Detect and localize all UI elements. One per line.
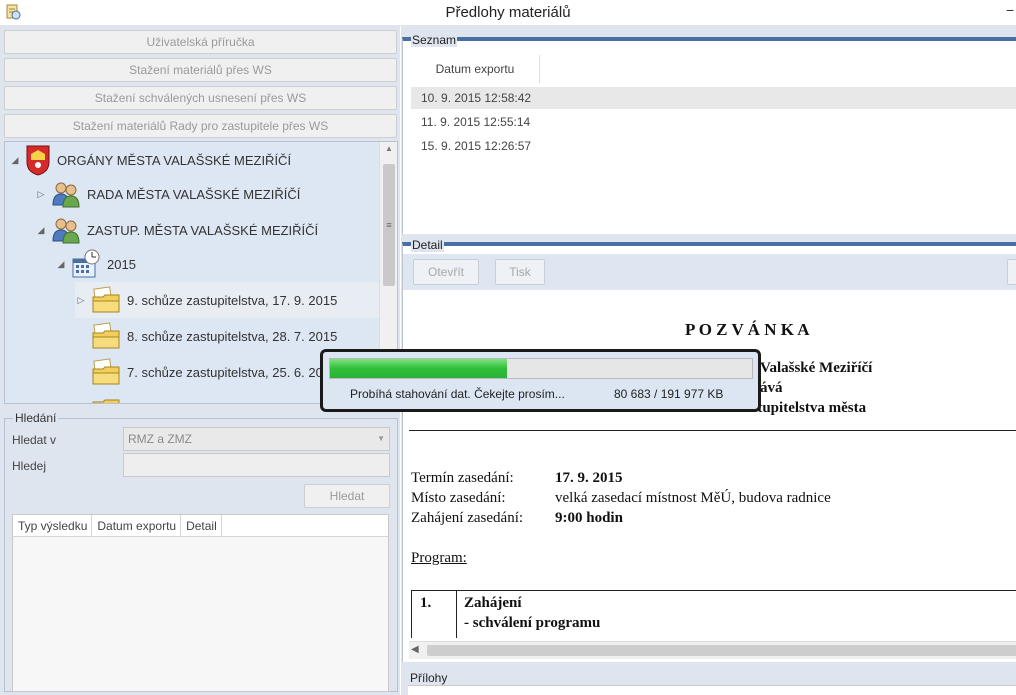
progress-bar: [329, 358, 753, 379]
search-in-value: RMZ a ZMZ: [128, 432, 192, 446]
tree-node-partial: [91, 390, 127, 403]
doc-zahajeni-value: 9:00 hodin: [555, 510, 623, 526]
download-materials-ws-button[interactable]: Stažení materiálů přes WS: [4, 58, 397, 82]
doc-table-divider: [456, 591, 457, 638]
attachments-group: Přílohy: [406, 665, 1016, 695]
list-group: Seznam Datum exportu 10. 9. 2015 12:58:4…: [402, 33, 1016, 234]
toolbar-button-partial[interactable]: [1007, 259, 1016, 285]
search-button[interactable]: Hledat: [304, 484, 390, 508]
chevron-down-icon[interactable]: ▼: [377, 428, 385, 450]
search-results-grid: Typ výsledku Datum exportu Detail: [12, 514, 389, 692]
list-row[interactable]: 15. 9. 2015 12:26:57: [411, 135, 1016, 157]
doc-line-2: ává: [760, 380, 783, 396]
collapse-arrow-icon[interactable]: ◢: [35, 225, 47, 236]
tree-label: 9. schůze zastupitelstva, 17. 9. 2015: [127, 292, 338, 308]
doc-item-number: 1.: [420, 595, 432, 611]
tree-label: ORGÁNY MĚSTA VALAŠSKÉ MEZIŘÍČÍ: [57, 152, 292, 168]
search-group-label: Hledání: [13, 411, 59, 425]
progress-message: Probíhá stahování dat. Čekejte prosím...: [350, 387, 565, 401]
expand-arrow-icon[interactable]: ▷: [75, 295, 87, 306]
column-export-date[interactable]: Datum exportu: [411, 55, 540, 83]
document-hscrollbar[interactable]: ◀: [409, 641, 1016, 659]
scroll-up-icon[interactable]: ▲: [380, 144, 397, 153]
doc-termin-label: Termín zasedání:: [411, 470, 514, 486]
search-term-label: Hledej: [12, 459, 47, 473]
tree-label: 2015: [107, 256, 136, 272]
doc-program-table: 1. Zahájení - schválení programu: [411, 590, 1016, 638]
group-users-icon: [51, 215, 81, 245]
calendar-clock-icon: [71, 249, 101, 279]
detail-group-label: Detail: [411, 238, 444, 252]
folder-documents-icon: [91, 321, 121, 351]
folder-documents-icon: [91, 390, 121, 403]
list-row[interactable]: 11. 9. 2015 12:55:14: [411, 111, 1016, 133]
tree-node-rada[interactable]: ▷ RADA MĚSTA VALAŠSKÉ MEZIŘÍČÍ: [35, 176, 300, 212]
download-progress-dialog: Probíhá stahování dat. Čekejte prosím...…: [320, 349, 761, 412]
progress-size: 80 683 / 191 977 KB: [614, 387, 724, 401]
tree-node-meeting-9[interactable]: ▷ 9. schůze zastupitelstva, 17. 9. 2015: [75, 282, 379, 318]
attachments-label: Přílohy: [410, 671, 448, 685]
tree-label: RADA MĚSTA VALAŠSKÉ MEZIŘÍČÍ: [87, 186, 301, 202]
list-group-label: Seznam: [411, 33, 458, 47]
scroll-left-icon[interactable]: ◀: [411, 644, 419, 655]
doc-heading: P O Z V Á N K A: [685, 320, 810, 339]
open-button[interactable]: Otevřít: [413, 259, 479, 285]
search-in-label: Hledat v: [12, 433, 57, 447]
detail-toolbar: Otevřít Tisk: [403, 254, 1016, 290]
collapse-arrow-icon[interactable]: ◢: [55, 259, 67, 270]
user-guide-button[interactable]: Uživatelská příručka: [4, 30, 397, 54]
doc-misto-label: Místo zasedání:: [411, 490, 506, 506]
doc-divider: [409, 430, 1016, 431]
list-row[interactable]: 10. 9. 2015 12:58:42: [411, 87, 1016, 109]
doc-line-1: Valašské Meziříčí: [760, 360, 873, 376]
city-coat-of-arms-icon: [25, 144, 51, 176]
search-input[interactable]: [123, 453, 390, 477]
tree-label: 8. schůze zastupitelstva, 28. 7. 2015: [127, 328, 338, 344]
print-button[interactable]: Tisk: [495, 259, 545, 285]
column-export-date[interactable]: Datum exportu: [92, 515, 182, 536]
expand-arrow-icon[interactable]: ◢: [9, 155, 21, 166]
column-detail[interactable]: Detail: [181, 515, 222, 536]
detail-group: Detail Otevřít Tisk P O Z V Á N K A Vala…: [402, 238, 1016, 662]
tree-node-meeting-7[interactable]: 7. schůze zastupitelstva, 25. 6. 2015: [75, 354, 337, 390]
minimize-button[interactable]: −: [1006, 2, 1016, 18]
progress-bar-fill: [330, 359, 508, 378]
document-preview: P O Z V Á N K A Valašské Meziříčí ává 9.…: [409, 294, 1016, 638]
tree-node-2015[interactable]: ◢ 2015: [55, 246, 136, 282]
results-header: Typ výsledku Datum exportu Detail: [13, 515, 388, 537]
tree-label: 7. schůze zastupitelstva, 25. 6. 2015: [127, 364, 338, 380]
tree-node-meeting-8[interactable]: 8. schůze zastupitelstva, 28. 7. 2015: [75, 318, 337, 354]
tree-label: ZASTUP. MĚSTA VALAŠSKÉ MEZIŘÍČÍ: [87, 222, 319, 238]
download-resolutions-ws-button[interactable]: Stažení schválených usnesení přes WS: [4, 86, 397, 110]
title-bar: Předlohy materiálů −: [0, 0, 1016, 26]
tree-node-organy[interactable]: ◢ ORGÁNY MĚSTA VALAŠSKÉ MEZIŘÍČÍ: [9, 142, 291, 178]
group-users-icon: [51, 179, 81, 209]
folder-documents-icon: [91, 285, 121, 315]
doc-program-label: Program:: [411, 550, 467, 566]
attachments-list: [408, 685, 1016, 695]
folder-documents-icon: [91, 357, 121, 387]
doc-item-sub: - schválení programu: [464, 615, 601, 631]
search-in-select[interactable]: RMZ a ZMZ ▼: [123, 427, 390, 451]
tree-node-zastup[interactable]: ◢ ZASTUP. MĚSTA VALAŠSKÉ MEZIŘÍČÍ: [35, 212, 318, 248]
window-title: Předlohy materiálů: [445, 4, 571, 21]
expand-arrow-icon[interactable]: ▷: [35, 189, 47, 200]
doc-termin-value: 17. 9. 2015: [555, 470, 623, 486]
scroll-thumb[interactable]: [427, 645, 1016, 656]
download-council-materials-button[interactable]: Stažení materiálů Rady pro zastupitele p…: [4, 114, 397, 138]
doc-item-title: Zahájení: [464, 595, 522, 611]
doc-zahajeni-label: Zahájení zasedání:: [411, 510, 524, 526]
doc-misto-value: velká zasedací místnost MěÚ, budova radn…: [555, 490, 831, 506]
grip-icon: ≡: [386, 220, 392, 230]
column-result-type[interactable]: Typ výsledku: [13, 515, 93, 536]
